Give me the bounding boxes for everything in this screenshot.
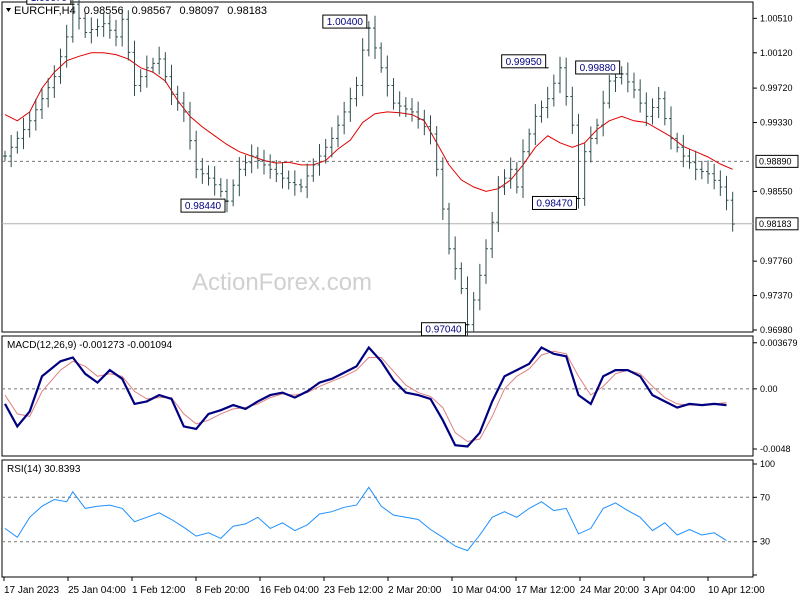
macd-tick-label: 0.00 — [760, 384, 778, 394]
chart-canvas: EURCHF,H4 0.98556 0.98567 0.98097 0.9818… — [0, 0, 800, 600]
time-tick-label: 10 Apr 12:00 — [708, 585, 765, 596]
time-tick-label: 16 Feb 04:00 — [260, 585, 319, 596]
rsi-tick-label: 100 — [760, 459, 775, 469]
current-price-label: 0.98183 — [755, 217, 799, 231]
price-tick-label: 1.00510 — [760, 13, 793, 23]
background — [0, 0, 800, 600]
price-tick-label: 0.97370 — [760, 291, 793, 301]
time-tick-label: 2 Mar 20:00 — [388, 585, 442, 596]
rsi-tick-label: 70 — [760, 492, 770, 502]
annotation-label: 0.98440 — [185, 201, 222, 212]
price-annotation: 0.98440 — [180, 198, 228, 213]
time-tick-label: 17 Jan 2023 — [4, 585, 59, 596]
price-tick-label: 0.99720 — [760, 83, 793, 93]
annotation-label: 0.99950 — [506, 57, 543, 68]
price-annotation: 1.00400 — [322, 14, 370, 29]
price-tick-label: 0.97760 — [760, 256, 793, 266]
price-tick-label: 0.99330 — [760, 118, 793, 128]
price-tick-label: 0.98550 — [760, 186, 793, 196]
time-tick-label: 1 Feb 12:00 — [132, 585, 186, 596]
time-tick-label: 25 Jan 04:00 — [68, 585, 126, 596]
svg-text:0.98890: 0.98890 — [759, 156, 792, 166]
symbol-header: EURCHF,H4 0.98556 0.98567 0.98097 0.9818… — [14, 5, 267, 17]
price-tick-label: 1.00120 — [760, 48, 793, 58]
time-tick-label: 10 Mar 04:00 — [452, 585, 511, 596]
annotation-label: 0.99880 — [580, 63, 617, 74]
annotation-label: 1.00670 — [31, 0, 68, 4]
time-tick-label: 3 Apr 04:00 — [644, 585, 696, 596]
price-annotation: 0.99950 — [501, 54, 549, 69]
price-annotation: 0.99880 — [575, 60, 623, 75]
time-tick-label: 17 Mar 12:00 — [516, 585, 575, 596]
rsi-tick-label: 30 — [760, 537, 770, 547]
macd-tick-label: -0.0048 — [760, 444, 791, 454]
price-tick-label: 0.96980 — [760, 325, 793, 335]
watermark: ActionForex.com — [192, 269, 372, 296]
price-annotation: 0.98470 — [532, 195, 580, 210]
annotation-label: 1.00400 — [327, 17, 364, 28]
price-annotation: 0.97040 — [421, 322, 469, 337]
time-tick-label: 24 Mar 20:00 — [580, 585, 639, 596]
time-tick-label: 8 Feb 20:00 — [196, 585, 250, 596]
rsi-title: RSI(14) 30.8393 — [7, 464, 81, 475]
macd-title: MACD(12,26,9) -0.001273 -0.001094 — [7, 340, 173, 351]
annotation-label: 0.98470 — [536, 198, 573, 209]
reference-line-label: 0.98890 — [755, 154, 799, 168]
annotation-label: 0.97040 — [425, 325, 462, 336]
macd-tick-label: 0.003679 — [760, 338, 798, 348]
price-annotation: 1.00670 — [26, 0, 74, 5]
time-tick-label: 23 Feb 12:00 — [324, 585, 383, 596]
svg-text:0.98183: 0.98183 — [759, 219, 792, 229]
